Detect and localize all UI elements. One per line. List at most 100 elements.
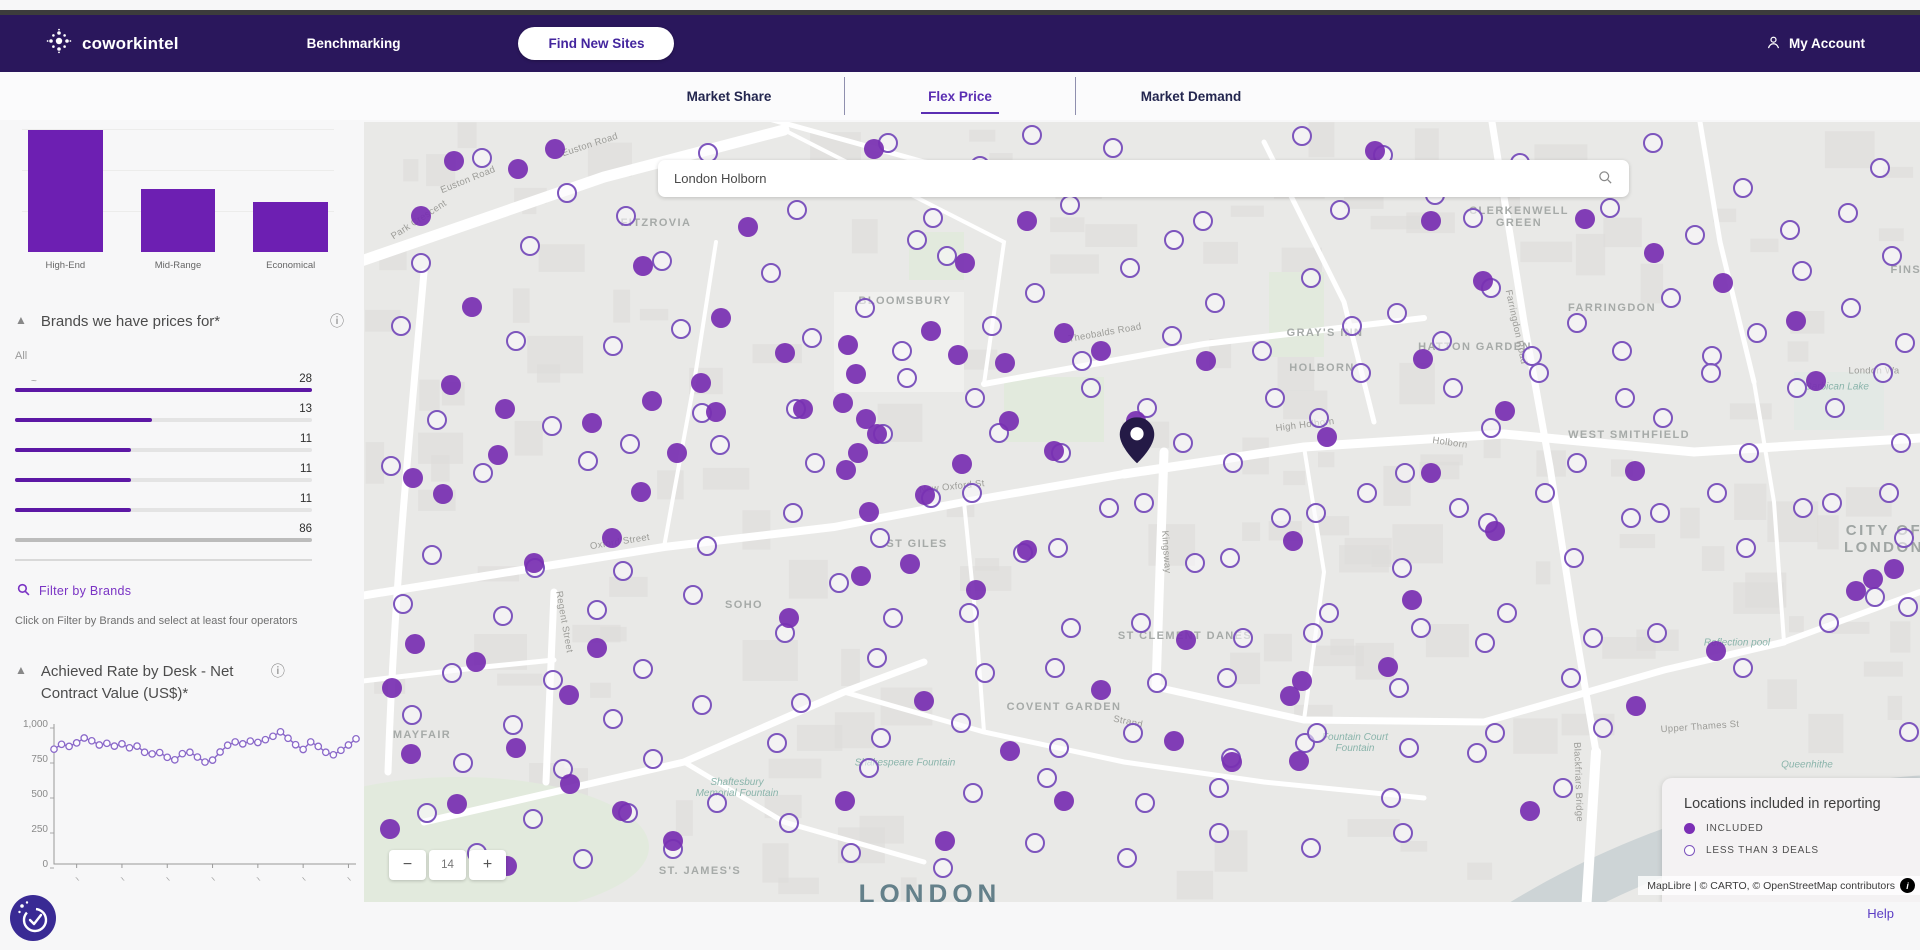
map-marker-less-than-3-deals[interactable] — [1661, 288, 1681, 308]
map-marker-less-than-3-deals[interactable] — [543, 670, 563, 690]
map-marker-less-than-3-deals[interactable] — [1265, 388, 1285, 408]
map-marker-less-than-3-deals[interactable] — [1593, 718, 1613, 738]
map-marker-less-than-3-deals[interactable] — [859, 758, 879, 778]
map-marker-less-than-3-deals[interactable] — [1319, 603, 1339, 623]
map-marker-less-than-3-deals[interactable] — [652, 251, 672, 271]
map-marker-included[interactable] — [1365, 141, 1385, 161]
map-marker-included[interactable] — [1713, 273, 1733, 293]
map-marker-less-than-3-deals[interactable] — [493, 606, 513, 626]
map-marker-less-than-3-deals[interactable] — [962, 483, 982, 503]
map-marker-less-than-3-deals[interactable] — [982, 316, 1002, 336]
map-marker-less-than-3-deals[interactable] — [1022, 125, 1042, 145]
map-marker-less-than-3-deals[interactable] — [1303, 623, 1323, 643]
map-marker-included[interactable] — [1625, 461, 1645, 481]
map-marker-less-than-3-deals[interactable] — [1787, 378, 1807, 398]
map-marker-less-than-3-deals[interactable] — [1647, 623, 1667, 643]
map-marker-included[interactable] — [738, 217, 758, 237]
map-marker-less-than-3-deals[interactable] — [1583, 628, 1603, 648]
map-marker-less-than-3-deals[interactable] — [1535, 483, 1555, 503]
map-marker-included[interactable] — [444, 151, 464, 171]
map-marker-included[interactable] — [846, 364, 866, 384]
map-marker-included[interactable] — [663, 831, 683, 851]
map-marker-less-than-3-deals[interactable] — [1879, 483, 1899, 503]
find-new-sites-button[interactable]: Find New Sites — [518, 27, 674, 60]
map-marker-less-than-3-deals[interactable] — [1653, 408, 1673, 428]
map-marker-less-than-3-deals[interactable] — [427, 410, 447, 430]
map-marker-less-than-3-deals[interactable] — [1351, 363, 1371, 383]
map-marker-less-than-3-deals[interactable] — [1025, 833, 1045, 853]
map-marker-included[interactable] — [401, 744, 421, 764]
map-marker-less-than-3-deals[interactable] — [1209, 823, 1229, 843]
map-marker-less-than-3-deals[interactable] — [1739, 443, 1759, 463]
collapse-chevron-icon[interactable]: ▲ — [15, 313, 27, 327]
map-marker-less-than-3-deals[interactable] — [542, 416, 562, 436]
map-marker-less-than-3-deals[interactable] — [1342, 316, 1362, 336]
map-marker-less-than-3-deals[interactable] — [767, 733, 787, 753]
map-marker-less-than-3-deals[interactable] — [1301, 268, 1321, 288]
map-marker-less-than-3-deals[interactable] — [787, 200, 807, 220]
map-marker-less-than-3-deals[interactable] — [442, 663, 462, 683]
map-marker-less-than-3-deals[interactable] — [923, 208, 943, 228]
map-marker-included[interactable] — [1706, 641, 1726, 661]
map-marker-less-than-3-deals[interactable] — [1048, 538, 1068, 558]
map-marker-less-than-3-deals[interactable] — [578, 451, 598, 471]
map-marker-included[interactable] — [1644, 243, 1664, 263]
map-marker-included[interactable] — [559, 685, 579, 705]
map-marker-less-than-3-deals[interactable] — [1389, 678, 1409, 698]
map-marker-less-than-3-deals[interactable] — [1443, 378, 1463, 398]
map-marker-included[interactable] — [838, 335, 858, 355]
map-marker-less-than-3-deals[interactable] — [1612, 341, 1632, 361]
map-marker-included[interactable] — [1176, 630, 1196, 650]
map-marker-included[interactable] — [1164, 731, 1184, 751]
map-marker-less-than-3-deals[interactable] — [1399, 738, 1419, 758]
map-marker-included[interactable] — [1402, 590, 1422, 610]
map-marker-included[interactable] — [587, 638, 607, 658]
map-marker-included[interactable] — [380, 819, 400, 839]
map-marker-less-than-3-deals[interactable] — [883, 608, 903, 628]
my-account-button[interactable]: My Account — [1766, 35, 1865, 53]
map-marker-included[interactable] — [642, 391, 662, 411]
map-marker-included[interactable] — [691, 373, 711, 393]
map-marker-included[interactable] — [1863, 569, 1883, 589]
map-marker-less-than-3-deals[interactable] — [1497, 603, 1517, 623]
map-marker-included[interactable] — [1044, 441, 1064, 461]
map-marker-less-than-3-deals[interactable] — [870, 528, 890, 548]
map-marker-included[interactable] — [1806, 371, 1826, 391]
map-marker-included[interactable] — [1017, 540, 1037, 560]
map-marker-included[interactable] — [1091, 680, 1111, 700]
zoom-out-button[interactable]: − — [389, 850, 426, 880]
map-marker-less-than-3-deals[interactable] — [557, 183, 577, 203]
collapse-chevron-icon[interactable]: ▲ — [15, 663, 27, 677]
segment-bar[interactable] — [141, 189, 216, 252]
segment-bar[interactable] — [253, 202, 328, 252]
map-marker-included[interactable] — [1091, 341, 1111, 361]
map-marker-less-than-3-deals[interactable] — [1309, 408, 1329, 428]
map-marker-less-than-3-deals[interactable] — [1045, 658, 1065, 678]
map-marker-less-than-3-deals[interactable] — [620, 434, 640, 454]
map-marker-less-than-3-deals[interactable] — [393, 594, 413, 614]
map-marker-included[interactable] — [921, 321, 941, 341]
map-marker-less-than-3-deals[interactable] — [1123, 723, 1143, 743]
assistant-fab-button[interactable] — [8, 893, 58, 948]
map-marker-less-than-3-deals[interactable] — [1252, 341, 1272, 361]
brand-row[interactable]: 86 — [15, 523, 312, 542]
map-marker-less-than-3-deals[interactable] — [697, 536, 717, 556]
map-marker-less-than-3-deals[interactable] — [1485, 723, 1505, 743]
map-marker-less-than-3-deals[interactable] — [643, 749, 663, 769]
map-marker-included[interactable] — [612, 801, 632, 821]
map-marker-less-than-3-deals[interactable] — [1865, 587, 1885, 607]
map-marker-less-than-3-deals[interactable] — [1209, 778, 1229, 798]
map-marker-less-than-3-deals[interactable] — [1567, 453, 1587, 473]
map-marker-less-than-3-deals[interactable] — [805, 453, 825, 473]
map-marker-less-than-3-deals[interactable] — [1205, 293, 1225, 313]
map-marker-less-than-3-deals[interactable] — [1134, 493, 1154, 513]
info-icon[interactable]: ⓘ — [330, 311, 344, 331]
map-marker-less-than-3-deals[interactable] — [1564, 548, 1584, 568]
map-marker-less-than-3-deals[interactable] — [1882, 246, 1902, 266]
map-marker-less-than-3-deals[interactable] — [1164, 230, 1184, 250]
brand-row[interactable]: 11 — [15, 493, 312, 512]
map-marker-less-than-3-deals[interactable] — [417, 803, 437, 823]
map-marker-less-than-3-deals[interactable] — [1467, 743, 1487, 763]
map-marker-less-than-3-deals[interactable] — [1330, 200, 1350, 220]
map-marker-included[interactable] — [995, 353, 1015, 373]
